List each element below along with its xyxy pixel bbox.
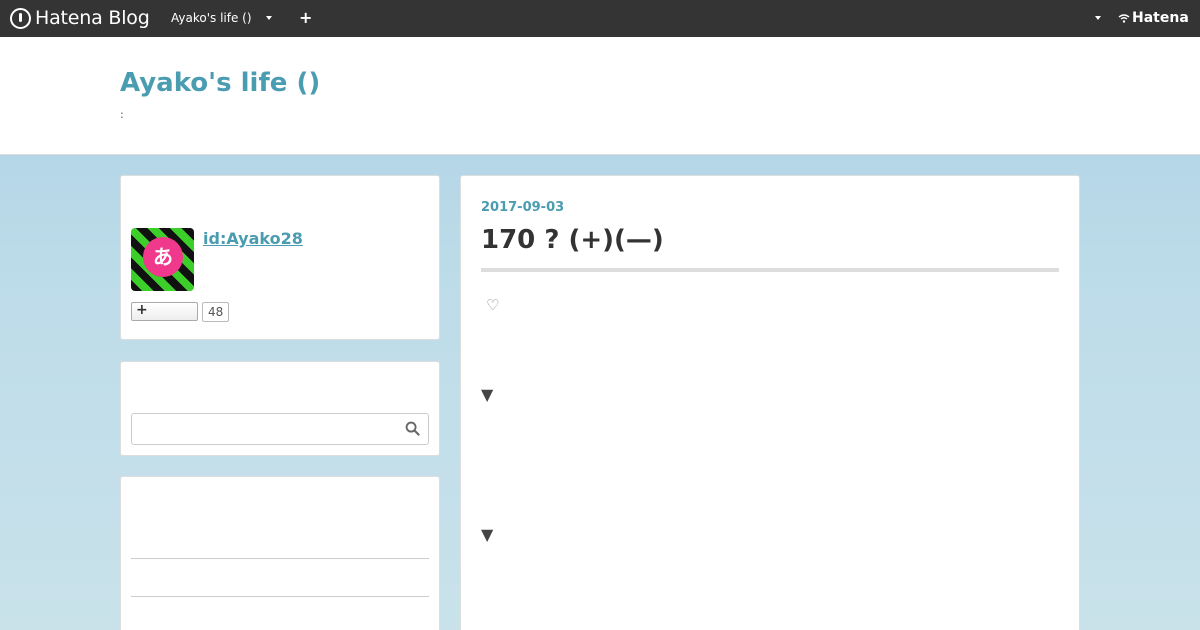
search-module	[120, 361, 440, 456]
wifi-icon	[1118, 14, 1130, 23]
search-input[interactable]	[132, 414, 428, 444]
profile-module: あ id:Ayako28 + 48	[120, 175, 440, 340]
logo-text: Hatena Blog	[35, 7, 150, 29]
hatena-logo-icon	[10, 7, 31, 29]
entry-date[interactable]: 2017-09-03	[481, 200, 564, 215]
divider	[131, 596, 429, 597]
avatar-heart-icon: あ	[143, 237, 183, 277]
menu-chevron-down-icon[interactable]	[1095, 16, 1101, 20]
blog-switcher[interactable]: Ayako's life ()	[171, 11, 272, 25]
blog-header: Ayako's life () :	[0, 37, 1200, 155]
blog-title[interactable]: Ayako's life ()	[120, 68, 320, 98]
heart-icon: ♡	[486, 296, 500, 314]
recent-entries-module	[120, 476, 440, 630]
title-underline	[481, 268, 1059, 272]
profile-id-link[interactable]: id:Ayako28	[203, 229, 303, 248]
add-entry-button[interactable]: +	[299, 8, 312, 27]
avatar[interactable]: あ	[131, 228, 194, 291]
search-icon[interactable]	[405, 421, 420, 436]
hatena-blog-logo[interactable]: Hatena Blog	[10, 7, 150, 29]
toggle-triangle-icon[interactable]: ▼	[481, 525, 493, 544]
plus-icon: +	[136, 302, 148, 318]
blog-description: :	[120, 108, 124, 121]
search-box	[131, 413, 429, 445]
global-header: Hatena Blog Ayako's life () + Hatena	[0, 0, 1200, 37]
toggle-triangle-icon[interactable]: ▼	[481, 385, 493, 404]
blog-switcher-label: Ayako's life ()	[171, 11, 252, 25]
follower-count: 48	[202, 302, 230, 322]
chevron-down-icon	[265, 16, 272, 20]
entry-title[interactable]: 170 ? (+)(—)	[481, 225, 664, 255]
hatena-account-link[interactable]: Hatena	[1118, 10, 1189, 26]
hatena-label: Hatena	[1132, 10, 1189, 26]
follow-button[interactable]: +	[131, 302, 198, 321]
divider	[131, 558, 429, 559]
entry-article: 2017-09-03 170 ? (+)(—) ♡ ▼ ▼	[460, 175, 1080, 630]
